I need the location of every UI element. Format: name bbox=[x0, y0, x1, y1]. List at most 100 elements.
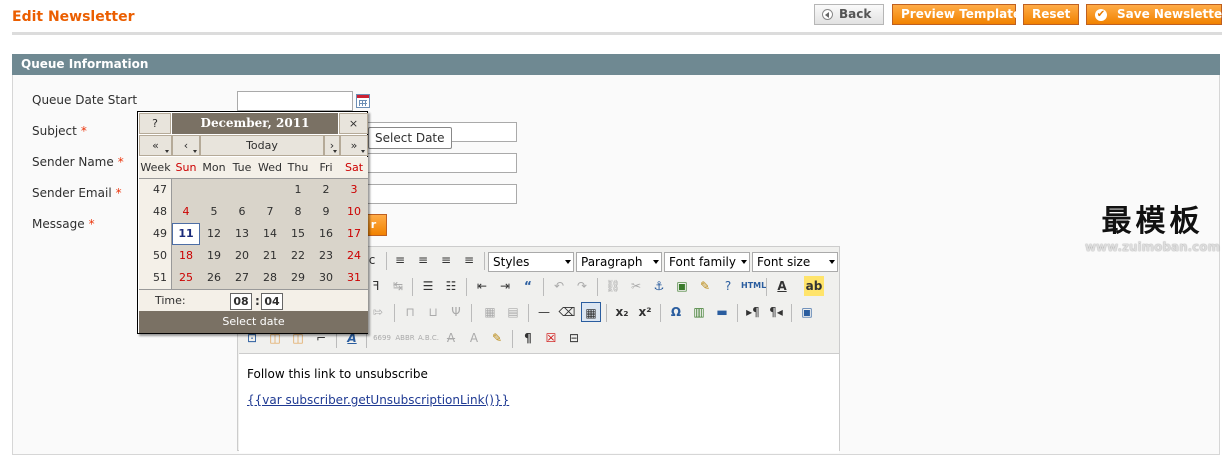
calendar-day[interactable]: 5 bbox=[200, 201, 228, 223]
visual-aid-icon[interactable]: ▦ bbox=[581, 302, 601, 322]
calendar-day[interactable]: 4 bbox=[172, 201, 200, 223]
next-month-button[interactable]: › bbox=[324, 135, 340, 156]
reset-button[interactable]: Reset bbox=[1023, 4, 1079, 25]
calendar-day[interactable]: 13 bbox=[228, 223, 256, 245]
back-button[interactable]: Back bbox=[814, 4, 884, 25]
anchor-icon[interactable]: ⚓ bbox=[649, 276, 669, 296]
attribs-icon[interactable]: ↹ bbox=[388, 276, 408, 296]
cite-icon[interactable]: 6699 bbox=[372, 328, 392, 348]
calendar-day[interactable]: 20 bbox=[228, 245, 256, 267]
numbered-list-icon[interactable]: ☷ bbox=[441, 276, 461, 296]
calendar-icon[interactable] bbox=[356, 94, 370, 108]
fullscreen-icon[interactable]: ▣ bbox=[797, 302, 817, 322]
text-color-icon[interactable]: A bbox=[772, 276, 792, 296]
calendar-day[interactable]: 18 bbox=[172, 245, 200, 267]
calendar-day[interactable]: 3 bbox=[340, 179, 368, 201]
page-break-icon[interactable]: ⊟ bbox=[564, 328, 584, 348]
help-icon[interactable]: ? bbox=[718, 276, 738, 296]
calendar-day[interactable]: 17 bbox=[340, 223, 368, 245]
calendar-day[interactable]: 10 bbox=[340, 201, 368, 223]
merge-cells-icon[interactable]: ⊔ bbox=[423, 302, 443, 322]
table-col-icon[interactable]: ⇰ bbox=[368, 302, 388, 322]
calendar-day[interactable]: 7 bbox=[256, 201, 284, 223]
calendar-day[interactable]: 16 bbox=[312, 223, 340, 245]
align-center-icon[interactable]: ≡ bbox=[413, 250, 433, 270]
table-row-icon[interactable]: ▤ bbox=[503, 302, 523, 322]
calendar-help-button[interactable]: ? bbox=[139, 113, 171, 134]
align-left-icon[interactable]: ≡ bbox=[390, 250, 410, 270]
calendar-day[interactable]: 6 bbox=[228, 201, 256, 223]
minute-field[interactable]: 04 bbox=[261, 293, 283, 310]
horizontal-rule-icon[interactable]: — bbox=[534, 302, 554, 322]
styles-select[interactable]: Styles bbox=[488, 252, 574, 272]
unlink-icon[interactable]: ✂ bbox=[626, 276, 646, 296]
undo-icon[interactable]: ↶ bbox=[549, 276, 569, 296]
calendar-day[interactable]: 23 bbox=[312, 245, 340, 267]
nonbreaking-icon[interactable]: ☒ bbox=[541, 328, 561, 348]
replace-icon[interactable]: ꟻ bbox=[366, 276, 386, 296]
attributes-icon[interactable]: ✎ bbox=[487, 328, 507, 348]
media-icon[interactable]: ▥ bbox=[689, 302, 709, 322]
outdent-icon[interactable]: ⇤ bbox=[472, 276, 492, 296]
calendar-day[interactable]: 15 bbox=[284, 223, 312, 245]
next-year-button[interactable]: » bbox=[340, 135, 368, 156]
superscript-icon[interactable]: x² bbox=[635, 302, 655, 322]
prev-year-button[interactable]: « bbox=[139, 135, 172, 156]
indent-icon[interactable]: ⇥ bbox=[495, 276, 515, 296]
ins-icon[interactable]: A bbox=[464, 328, 484, 348]
special-char-icon[interactable]: Ω bbox=[666, 302, 686, 322]
acronym-icon[interactable]: A.B.C. bbox=[418, 328, 439, 348]
subscript-icon[interactable]: x₂ bbox=[612, 302, 632, 322]
calendar-day[interactable]: 1 bbox=[284, 179, 312, 201]
calendar-day[interactable]: 2 bbox=[312, 179, 340, 201]
align-justify-icon[interactable]: ≡ bbox=[459, 250, 479, 270]
image-icon[interactable]: ▣ bbox=[672, 276, 692, 296]
html-source-icon[interactable]: HTML bbox=[741, 276, 766, 296]
calendar-day[interactable]: 29 bbox=[284, 267, 312, 289]
select-date-footer[interactable]: Select date bbox=[139, 311, 368, 333]
delete-col-icon[interactable]: Ψ bbox=[446, 302, 466, 322]
queue-date-input[interactable] bbox=[237, 91, 353, 111]
remove-format-icon[interactable]: ⌫ bbox=[557, 302, 577, 322]
advhr-icon[interactable]: ▬ bbox=[712, 302, 732, 322]
table-icon[interactable]: ▦ bbox=[480, 302, 500, 322]
calendar-day[interactable]: 12 bbox=[200, 223, 228, 245]
calendar-day[interactable]: 31 bbox=[340, 267, 368, 289]
calendar-day[interactable]: 8 bbox=[284, 201, 312, 223]
calendar-day[interactable]: 14 bbox=[256, 223, 284, 245]
calendar-day[interactable]: 24 bbox=[340, 245, 368, 267]
calendar-day[interactable]: 9 bbox=[312, 201, 340, 223]
hour-field[interactable]: 08 bbox=[230, 293, 252, 310]
cleanup-icon[interactable]: ✎ bbox=[695, 276, 715, 296]
save-newsletter-button[interactable]: ✔ Save Newsletter bbox=[1086, 4, 1228, 25]
split-cells-icon[interactable]: ⊓ bbox=[400, 302, 420, 322]
ltr-icon[interactable]: ▸¶ bbox=[743, 302, 763, 322]
align-right-icon[interactable]: ≡ bbox=[436, 250, 456, 270]
calendar-day[interactable]: 22 bbox=[284, 245, 312, 267]
del-icon[interactable]: A bbox=[441, 328, 461, 348]
font-family-select[interactable]: Font family bbox=[664, 252, 750, 272]
calendar-day-today[interactable]: 11 bbox=[172, 223, 200, 245]
rtl-icon[interactable]: ¶◂ bbox=[766, 302, 786, 322]
show-blocks-icon[interactable]: ¶ bbox=[518, 328, 538, 348]
calendar-day[interactable]: 19 bbox=[200, 245, 228, 267]
prev-month-button[interactable]: ‹ bbox=[172, 135, 200, 156]
unsubscribe-link[interactable]: {{var subscriber.getUnsubscriptionLink()… bbox=[247, 393, 509, 407]
today-button[interactable]: Today bbox=[200, 135, 324, 156]
calendar-day[interactable]: 21 bbox=[256, 245, 284, 267]
redo-icon[interactable]: ↷ bbox=[572, 276, 592, 296]
font-size-select[interactable]: Font size bbox=[752, 252, 838, 272]
calendar-close-button[interactable]: × bbox=[339, 113, 368, 134]
calendar-day[interactable]: 28 bbox=[256, 267, 284, 289]
calendar-day[interactable]: 26 bbox=[200, 267, 228, 289]
preview-template-button[interactable]: Preview Template bbox=[892, 4, 1021, 25]
editor-content[interactable]: Follow this link to unsubscribe {{var su… bbox=[239, 353, 839, 453]
calendar-day[interactable]: 27 bbox=[228, 267, 256, 289]
bullet-list-icon[interactable]: ☰ bbox=[418, 276, 438, 296]
calendar-day[interactable]: 30 bbox=[312, 267, 340, 289]
background-color-icon[interactable]: ab bbox=[804, 276, 824, 296]
format-select[interactable]: Paragraph bbox=[576, 252, 662, 272]
abbr-icon[interactable]: ABBR bbox=[395, 328, 415, 348]
blockquote-icon[interactable]: “ bbox=[518, 276, 538, 296]
link-icon[interactable]: ⛓ bbox=[603, 276, 623, 296]
